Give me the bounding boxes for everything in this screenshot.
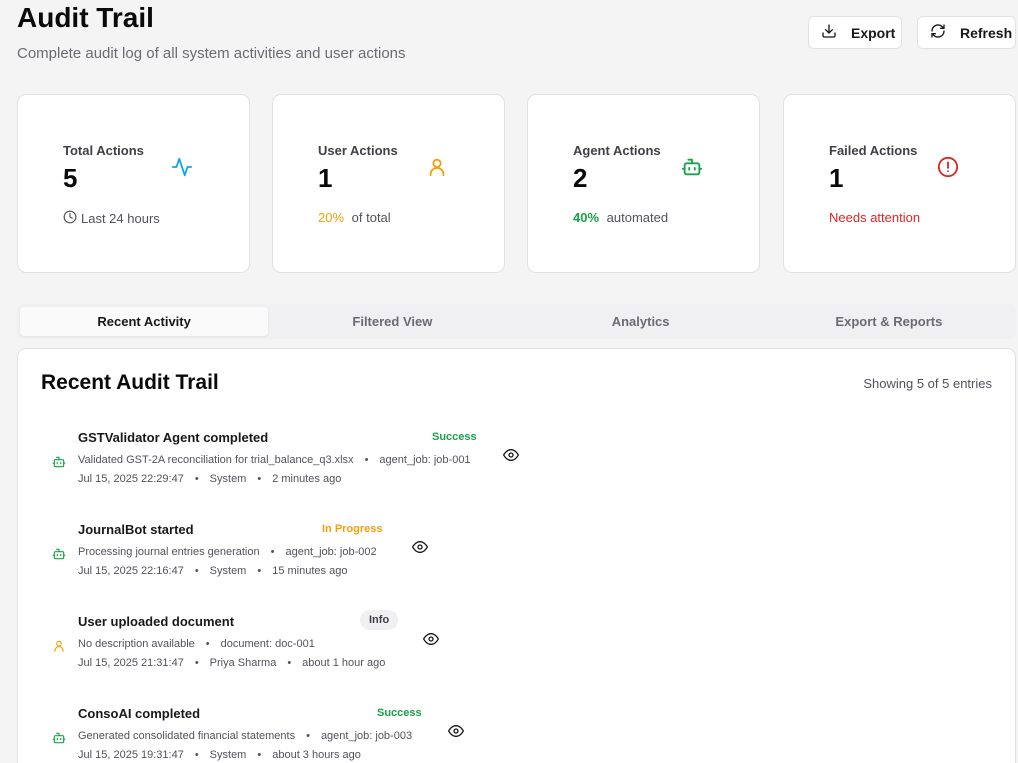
view-details-eye-icon[interactable] xyxy=(448,723,464,739)
entry-meta: Jul 15, 2025 22:16:47 • System • 15 minutes … xyxy=(78,565,348,577)
status-badge: Success xyxy=(432,431,477,443)
entry-reference: document: doc-001 xyxy=(220,638,315,650)
stat-label: User Actions xyxy=(318,143,398,158)
stat-footer: Needs attention xyxy=(829,210,920,225)
stat-value: 1 xyxy=(829,163,844,193)
entries-count: Showing 5 of 5 entries xyxy=(863,376,992,391)
entry-relative-time: 15 minutes ago xyxy=(272,565,348,577)
entry-actor: Priya Sharma xyxy=(209,657,277,669)
view-details-eye-icon[interactable] xyxy=(503,447,519,463)
entry-meta: Jul 15, 2025 22:29:47 • System • 2 minutes a… xyxy=(78,473,342,485)
entry-timestamp: Jul 15, 2025 21:31:47 xyxy=(78,657,184,669)
tab-bar: Recent Activity Filtered View Analytics … xyxy=(17,304,1016,339)
entry-timestamp: Jul 15, 2025 19:31:47 xyxy=(78,749,184,761)
stat-footer-highlight: 20% xyxy=(318,210,345,225)
entry-description: Generated consolidated financial stateme… xyxy=(78,730,413,742)
stat-value: 1 xyxy=(318,163,333,193)
entry-relative-time: about 1 hour ago xyxy=(302,657,386,669)
entry-description-text: No description available xyxy=(78,638,195,650)
panel-title: Recent Audit Trail xyxy=(41,371,219,394)
bot-icon xyxy=(52,547,66,561)
stat-footer: Last 24 hours xyxy=(63,210,160,227)
stat-value: 2 xyxy=(573,163,588,193)
view-details-eye-icon[interactable] xyxy=(412,539,428,555)
page-subtitle: Complete audit log of all system activit… xyxy=(17,45,406,62)
recent-audit-trail-panel: Recent Audit Trail Showing 5 of 5 entrie… xyxy=(17,348,1016,763)
entry-reference: agent_job: job-001 xyxy=(379,454,471,466)
entry-description: No description available • document: doc-0… xyxy=(78,638,315,650)
view-details-eye-icon[interactable] xyxy=(423,631,439,647)
alert-circle-icon xyxy=(937,156,959,178)
download-icon xyxy=(821,23,837,42)
stat-label: Agent Actions xyxy=(573,143,661,158)
entry-actor: System xyxy=(209,473,247,485)
audit-entry: JournalBot started In Progress Processin… xyxy=(18,522,1015,602)
stat-value: 5 xyxy=(63,163,78,193)
status-badge: In Progress xyxy=(322,523,383,535)
stat-footer-text: automated xyxy=(603,210,669,225)
stat-card-agent-actions: Agent Actions 2 40% automated xyxy=(527,94,760,273)
activity-icon xyxy=(171,156,193,178)
export-button-label: Export xyxy=(851,24,896,41)
status-badge: Info xyxy=(360,610,399,630)
audit-trail-page: Audit Trail Complete audit log of all sy… xyxy=(0,0,1018,763)
entry-relative-time: 2 minutes ago xyxy=(272,473,342,485)
clock-icon xyxy=(63,210,77,227)
user-icon xyxy=(52,639,66,653)
page-title: Audit Trail xyxy=(17,2,154,33)
stat-footer-text: of total xyxy=(348,210,391,225)
stat-footer-highlight: 40% xyxy=(573,210,600,225)
entry-description: Validated GST-2A reconciliation for tria… xyxy=(78,454,471,466)
entry-timestamp: Jul 15, 2025 22:16:47 xyxy=(78,565,184,577)
entry-reference: agent_job: job-003 xyxy=(320,730,413,742)
export-button[interactable]: Export xyxy=(808,16,902,49)
stat-footer: 20% of total xyxy=(318,210,391,225)
entry-title: JournalBot started xyxy=(78,522,194,537)
tab-recent-activity[interactable]: Recent Activity xyxy=(20,307,269,336)
entry-title: User uploaded document xyxy=(78,614,235,629)
stat-label: Failed Actions xyxy=(829,143,918,158)
audit-entry: ConsoAI completed Success Generated cons… xyxy=(18,706,1015,763)
entry-description-text: Processing journal entries generation xyxy=(78,546,260,558)
entry-meta: Jul 15, 2025 21:31:47 • Priya Sharma • about… xyxy=(78,657,386,669)
entry-reference: agent_job: job-002 xyxy=(285,546,377,558)
user-icon xyxy=(426,156,448,178)
refresh-button-label: Refresh xyxy=(960,24,1013,41)
entry-description: Processing journal entries generation • ag… xyxy=(78,546,377,558)
entry-relative-time: about 3 hours ago xyxy=(272,749,361,761)
entry-actor: System xyxy=(209,749,247,761)
tab-filtered-view[interactable]: Filtered View xyxy=(268,307,516,336)
bot-icon xyxy=(681,156,703,178)
stat-footer-text: Last 24 hours xyxy=(81,211,160,226)
status-badge: Success xyxy=(377,707,422,719)
entry-title: GSTValidator Agent completed xyxy=(78,430,269,445)
stat-card-total-actions: Total Actions 5 Last 24 hours xyxy=(17,94,250,273)
stat-label: Total Actions xyxy=(63,143,144,158)
entry-timestamp: Jul 15, 2025 22:29:47 xyxy=(78,473,184,485)
audit-entry: GSTValidator Agent completed Success Val… xyxy=(18,430,1015,510)
refresh-icon xyxy=(930,23,946,42)
stat-card-failed-actions: Failed Actions 1 Needs attention xyxy=(783,94,1016,273)
stat-footer: 40% automated xyxy=(573,210,668,225)
bot-icon xyxy=(52,455,66,469)
tab-analytics[interactable]: Analytics xyxy=(517,307,765,336)
stat-card-user-actions: User Actions 1 20% of total xyxy=(272,94,505,273)
tab-export-reports[interactable]: Export & Reports xyxy=(765,307,1013,336)
refresh-button[interactable]: Refresh xyxy=(917,16,1016,49)
bot-icon xyxy=(52,731,66,745)
stat-footer-text: Needs attention xyxy=(829,210,921,225)
entry-title: ConsoAI completed xyxy=(78,706,201,721)
entry-actor: System xyxy=(209,565,247,577)
entry-description-text: Generated consolidated financial stateme… xyxy=(78,730,296,742)
entry-description-text: Validated GST-2A reconciliation for tria… xyxy=(78,454,354,466)
entry-meta: Jul 15, 2025 19:31:47 • System • about 3 hou… xyxy=(78,749,361,761)
audit-entry: User uploaded document Info No descripti… xyxy=(18,610,1015,694)
